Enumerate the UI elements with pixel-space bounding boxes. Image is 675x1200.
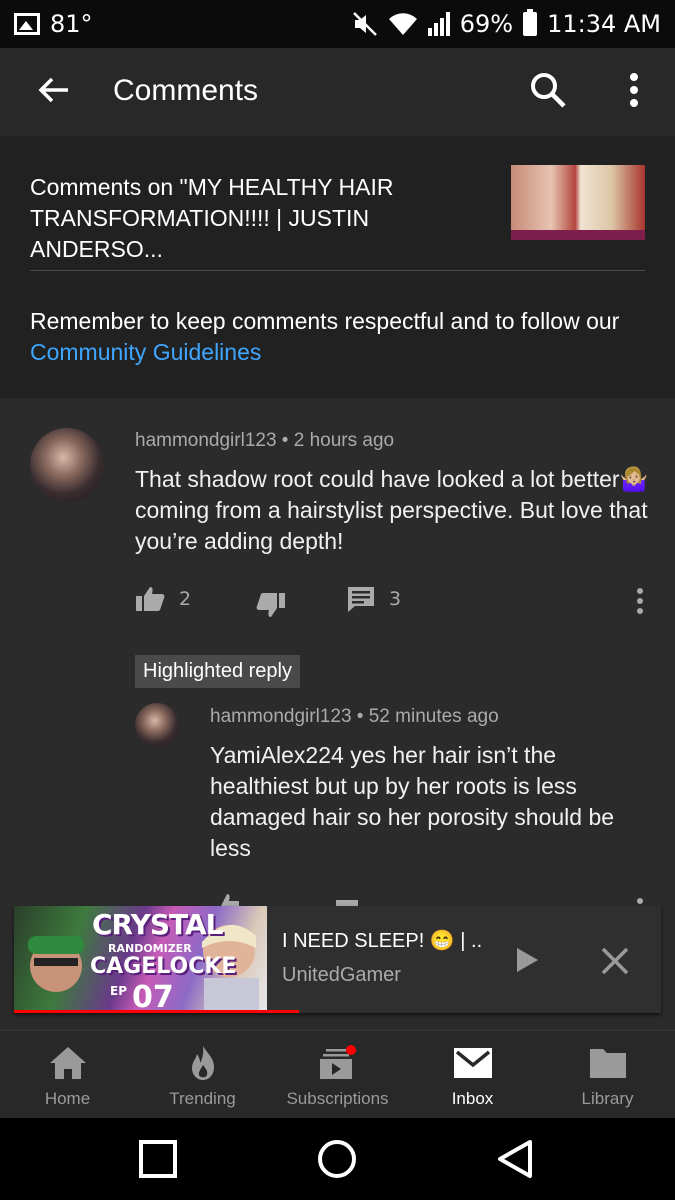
battery-percent: 69% [459,10,514,38]
comment-text: That shadow root could have looked a lot… [135,466,649,554]
close-icon[interactable] [600,946,630,976]
comment-menu-icon[interactable] [636,588,644,614]
divider [30,270,645,271]
mini-player-title[interactable]: I NEED SLEEP! 😁 | .. [282,928,482,953]
thumbnail-text-crystal: CRYSTAL [92,908,223,941]
mini-player[interactable]: CRYSTAL RANDOMIZER CAGELOCKE EP 07 I NEE… [14,906,661,1013]
nav-label-subscriptions: Subscriptions [286,1089,389,1108]
reply-button[interactable]: 3 [347,586,401,612]
temperature: 81° [50,10,93,38]
page-title: Comments [113,74,259,107]
app-bar: Comments [0,48,675,136]
reply-text: YamiAlex224 yes her hair isn’t the healt… [210,742,615,861]
folder-icon [589,1049,626,1078]
nav-home[interactable]: Home [0,1031,135,1119]
nav-subscriptions[interactable]: Subscriptions [270,1031,405,1119]
thumbnail-text-ep: EP [110,984,127,998]
community-guidelines-link[interactable]: Community Guidelines [30,339,261,365]
nav-label-library: Library [581,1089,634,1108]
thumbs-up-icon[interactable] [212,890,242,906]
mini-player-progress [14,1010,299,1013]
home-circle-icon[interactable] [316,1138,358,1180]
reply-comment-icon [348,587,374,612]
comment-author-meta[interactable]: hammondgirl123 • 2 hours ago [135,430,394,452]
home-icon [49,1047,86,1079]
system-navigation-bar [0,1118,675,1200]
image-notification-icon [14,13,40,35]
back-triangle-icon[interactable] [496,1139,534,1179]
play-icon[interactable] [514,946,540,974]
flame-icon [191,1046,214,1080]
nav-label-inbox: Inbox [451,1089,494,1108]
search-icon[interactable] [528,70,568,110]
mini-player-thumbnail[interactable]: CRYSTAL RANDOMIZER CAGELOCKE EP 07 [14,906,267,1013]
bottom-navigation: Home Trending Subscriptions Inbox Librar… [0,1030,675,1118]
avatar[interactable] [30,428,104,502]
reply-menu-icon[interactable] [636,896,644,906]
clock: 11:34 AM [547,10,661,38]
highlighted-reply-badge: Highlighted reply [135,655,300,688]
guidelines-reminder: Remember to keep comments respectful and… [30,306,630,368]
recents-icon[interactable] [138,1139,178,1179]
nav-inbox[interactable]: Inbox [405,1031,540,1119]
nav-library[interactable]: Library [540,1031,675,1119]
thumbnail-text-number: 07 [132,980,174,1013]
back-arrow-icon[interactable] [34,70,74,110]
subscriptions-icon [319,1045,356,1079]
signal-icon [427,12,450,36]
thumbs-up-icon [136,587,165,611]
nav-trending[interactable]: Trending [135,1031,270,1119]
nav-label-home: Home [44,1089,91,1108]
video-title[interactable]: Comments on "MY HEALTHY HAIR TRANSFORMAT… [30,172,500,265]
thumbnail-text-cagelocke: CAGELOCKE [90,954,237,979]
thumbs-down-icon[interactable] [256,592,286,618]
reply-count: 3 [389,588,402,610]
reply-author-meta[interactable]: hammondgirl123 • 52 minutes ago [210,706,499,728]
status-bar: 81° 69% 11:34 AM [0,0,675,48]
comments-header: Comments on "MY HEALTHY HAIR TRANSFORMAT… [0,136,675,398]
like-button[interactable]: 2 [135,586,191,612]
avatar[interactable] [135,703,179,747]
battery-icon [523,9,538,36]
mini-player-channel[interactable]: UnitedGamer [282,964,401,987]
inbox-icon [453,1048,492,1078]
like-count: 2 [179,588,192,610]
more-options-icon[interactable] [620,70,648,110]
nav-label-trending: Trending [169,1089,236,1108]
reminder-text: Remember to keep comments respectful and… [30,308,620,334]
mute-icon [352,12,377,36]
wifi-icon [388,13,417,35]
video-thumbnail[interactable] [511,165,645,240]
